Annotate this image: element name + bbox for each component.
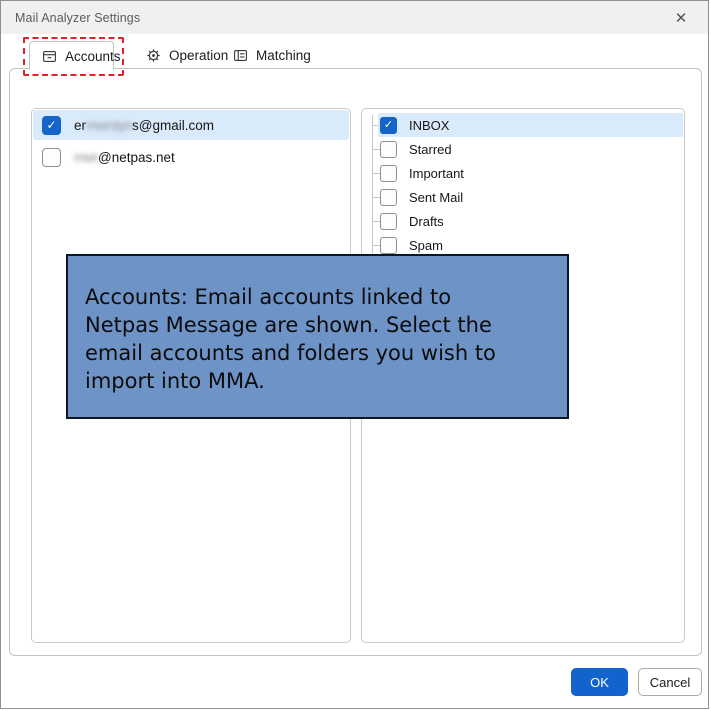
annotation-line: Accounts: Email accounts linked to	[85, 283, 551, 311]
window-title: Mail Analyzer Settings	[15, 11, 140, 25]
folder-row-important[interactable]: Important	[362, 161, 684, 185]
annotation-line: import into MMA.	[85, 367, 551, 395]
close-icon[interactable]: ✕	[660, 1, 702, 34]
checkbox-unchecked-icon[interactable]	[380, 165, 397, 182]
folder-label: Starred	[409, 142, 452, 157]
folder-label: Important	[409, 166, 464, 181]
tree-stub-line	[372, 173, 380, 174]
folder-row-starred[interactable]: Starred	[362, 137, 684, 161]
account-row-netpas[interactable]: mwr@netpas.net	[33, 142, 349, 172]
folder-label: INBOX	[409, 118, 449, 133]
tab-matching[interactable]: Matching	[221, 41, 323, 69]
title-bar: Mail Analyzer Settings ✕	[1, 1, 708, 34]
redacted-text: mwrslyn	[86, 118, 132, 133]
account-email-netpas: mwr@netpas.net	[74, 150, 175, 165]
dialog-footer: OK Cancel	[1, 656, 708, 709]
list-icon	[233, 48, 248, 63]
folder-label: Sent Mail	[409, 190, 463, 205]
tab-accounts[interactable]: Accounts	[29, 41, 114, 70]
tab-operation-label: Operation	[169, 48, 228, 63]
checkbox-unchecked-icon[interactable]	[42, 148, 61, 167]
annotation-callout-box: Accounts: Email accounts linked to Netpa…	[66, 254, 569, 419]
redacted-text: mwr	[74, 150, 98, 165]
folder-row-inbox[interactable]: ✓ INBOX	[362, 113, 684, 137]
tree-stub-line	[372, 221, 380, 222]
tab-strip: Accounts Operation Matching	[1, 34, 708, 68]
tree-stub-line	[372, 245, 380, 246]
checkbox-unchecked-icon[interactable]	[380, 237, 397, 254]
folder-label: Drafts	[409, 214, 444, 229]
folder-label: Spam	[409, 238, 443, 253]
tree-stub-line	[372, 149, 380, 150]
gear-icon	[146, 48, 161, 63]
checkbox-unchecked-icon[interactable]	[380, 189, 397, 206]
checkbox-checked-icon[interactable]: ✓	[42, 116, 61, 135]
checkbox-unchecked-icon[interactable]	[380, 213, 397, 230]
checkbox-unchecked-icon[interactable]	[380, 141, 397, 158]
cancel-button[interactable]: Cancel	[638, 668, 702, 696]
tree-stub-line	[372, 197, 380, 198]
folder-row-sent-mail[interactable]: Sent Mail	[362, 185, 684, 209]
ok-button[interactable]: OK	[571, 668, 628, 696]
account-email-gmail: ermwrslyns@gmail.com	[74, 118, 214, 133]
accounts-tab-icon	[42, 49, 57, 64]
tab-accounts-label: Accounts	[65, 49, 121, 64]
checkbox-checked-icon[interactable]: ✓	[380, 117, 397, 134]
account-row-gmail[interactable]: ✓ ermwrslyns@gmail.com	[33, 110, 349, 140]
tab-matching-label: Matching	[256, 48, 311, 63]
mail-analyzer-settings-dialog: Mail Analyzer Settings ✕ Accounts Operat…	[0, 0, 709, 709]
annotation-line: Netpas Message are shown. Select the	[85, 311, 551, 339]
annotation-line: email accounts and folders you wish to	[85, 339, 551, 367]
folder-row-drafts[interactable]: Drafts	[362, 209, 684, 233]
